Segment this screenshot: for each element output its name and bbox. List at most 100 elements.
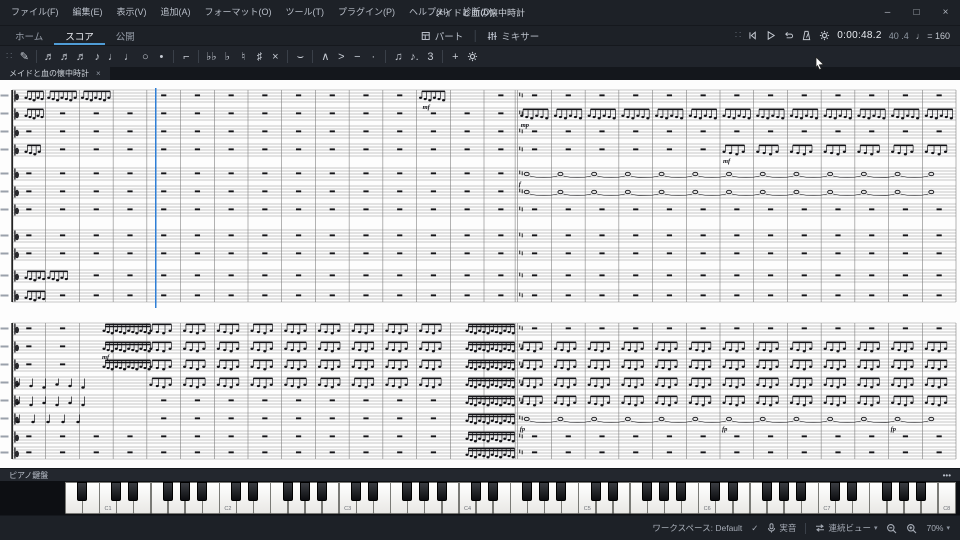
dotted-note-button[interactable]: ♪. xyxy=(406,46,422,68)
piano-key-black[interactable] xyxy=(915,482,926,501)
duration-quarter-button[interactable]: ♩ xyxy=(105,46,121,68)
piano-key-black[interactable] xyxy=(128,482,139,501)
menu-item-5[interactable]: ツール(T) xyxy=(279,0,332,25)
piano-key-black[interactable] xyxy=(556,482,567,501)
piano-key-black[interactable] xyxy=(299,482,310,501)
main-toolbar: ホーム スコア 公開 パート ミキサー ∷ 0:00:48.2 40 .4 ♩ … xyxy=(0,25,960,45)
note-input-button[interactable]: ✎ xyxy=(16,46,32,68)
piano-key-black[interactable] xyxy=(710,482,721,501)
piano-key-white[interactable]: C8 xyxy=(937,482,956,514)
piano-key-black[interactable] xyxy=(761,482,772,501)
piano-key-black[interactable] xyxy=(676,482,687,501)
duration-whole-button[interactable]: ○ xyxy=(137,46,153,68)
customize-toolbar-button[interactable] xyxy=(467,51,478,62)
zoom-level-select[interactable]: 70% ▾ xyxy=(926,523,950,533)
piano-key-black[interactable] xyxy=(847,482,858,501)
duration-half-button[interactable]: ♩ xyxy=(121,46,137,68)
check-icon[interactable]: ✓ xyxy=(751,523,758,534)
piano-key-black[interactable] xyxy=(179,482,190,501)
piano-key-black[interactable] xyxy=(539,482,550,501)
playback-settings-button[interactable] xyxy=(819,30,830,41)
piano-key-black[interactable] xyxy=(248,482,259,501)
close-button[interactable]: × xyxy=(931,0,960,25)
metronome-button[interactable] xyxy=(801,30,812,41)
piano-key-black[interactable] xyxy=(659,482,670,501)
augmentation-dot-button[interactable]: • xyxy=(153,46,169,68)
rest-button[interactable]: ⌐ xyxy=(178,46,194,68)
add-button[interactable]: + xyxy=(447,46,463,68)
flat-button[interactable]: ♭ xyxy=(219,46,235,68)
piano-key-black[interactable] xyxy=(470,482,481,501)
marcato-button[interactable]: ∧ xyxy=(317,46,333,68)
flat-flat-button[interactable]: ♭♭ xyxy=(203,46,219,68)
tie-button[interactable]: ⌣ xyxy=(292,46,308,68)
zoom-in-button[interactable] xyxy=(906,523,917,534)
piano-key-black[interactable] xyxy=(487,482,498,501)
menu-item-4[interactable]: フォーマット(O) xyxy=(198,0,279,25)
zoom-out-button[interactable] xyxy=(886,523,897,534)
piano-key-black[interactable] xyxy=(522,482,533,501)
view-mode-select[interactable]: 連続ビュー ▾ xyxy=(815,522,877,534)
menu-item-3[interactable]: 追加(A) xyxy=(154,0,198,25)
score-view[interactable]: mf mp mf f mf fp fp fp xyxy=(0,80,960,468)
piano-key-black[interactable] xyxy=(898,482,909,501)
drag-handle-icon[interactable]: ∷ xyxy=(6,51,12,62)
parts-button[interactable]: パート xyxy=(412,26,473,45)
piano-key-black[interactable] xyxy=(607,482,618,501)
minimize-button[interactable]: – xyxy=(873,0,902,25)
duration-64th-button[interactable]: ♬ xyxy=(41,46,57,68)
menu-item-2[interactable]: 表示(V) xyxy=(110,0,154,25)
piano-key-black[interactable] xyxy=(419,482,430,501)
piano-key-black[interactable] xyxy=(590,482,601,501)
loop-playback-button[interactable] xyxy=(783,30,794,41)
divider xyxy=(805,522,807,534)
piano-key-black[interactable] xyxy=(402,482,413,501)
menu-item-0[interactable]: ファイル(F) xyxy=(4,0,66,25)
rewind-button[interactable] xyxy=(747,30,758,41)
piano-key-black[interactable] xyxy=(795,482,806,501)
piano-key-black[interactable] xyxy=(830,482,841,501)
accent-button[interactable]: > xyxy=(333,46,349,68)
natural-button[interactable]: ♮ xyxy=(235,46,251,68)
menu-item-6[interactable]: プラグイン(P) xyxy=(331,0,402,25)
piano-key-black[interactable] xyxy=(778,482,789,501)
panel-more-button[interactable]: ••• xyxy=(943,471,951,480)
piano-key-black[interactable] xyxy=(77,482,88,501)
piano-key-black[interactable] xyxy=(436,482,447,501)
piano-key-black[interactable] xyxy=(727,482,738,501)
maximize-button[interactable]: □ xyxy=(902,0,931,25)
workspace-button[interactable]: ワークスペース: Default xyxy=(652,522,742,534)
play-button[interactable] xyxy=(765,30,776,41)
tab-home[interactable]: ホーム xyxy=(4,26,54,45)
piano-key-black[interactable] xyxy=(641,482,652,501)
staccato-button[interactable]: · xyxy=(365,46,381,68)
tab-close-icon[interactable]: × xyxy=(96,69,101,78)
piano-key-black[interactable] xyxy=(111,482,122,501)
tempo-display[interactable]: ♩ = 160 xyxy=(916,31,950,41)
sharp-button[interactable]: ♯ xyxy=(251,46,267,68)
piano-key-black[interactable] xyxy=(162,482,173,501)
piano-key-black[interactable] xyxy=(368,482,379,501)
document-tab[interactable]: メイドと血の懐中時計 × xyxy=(0,67,110,80)
duration-32nd-button[interactable]: ♬ xyxy=(57,46,73,68)
tenuto-button[interactable]: − xyxy=(349,46,365,68)
piano-key-black[interactable] xyxy=(282,482,293,501)
duration-eighth-button[interactable]: ♪ xyxy=(89,46,105,68)
piano-key-black[interactable] xyxy=(196,482,207,501)
concert-pitch-toggle[interactable]: 実音 xyxy=(767,522,796,534)
drag-handle-icon[interactable]: ∷ xyxy=(735,30,741,41)
tab-score[interactable]: スコア xyxy=(54,26,105,45)
piano-key-black[interactable] xyxy=(231,482,242,501)
toolbar-separator xyxy=(312,50,314,63)
piano-key-black[interactable] xyxy=(316,482,327,501)
duration-16th-button[interactable]: ♬ xyxy=(73,46,89,68)
menu-item-1[interactable]: 編集(E) xyxy=(66,0,110,25)
divider xyxy=(474,29,476,42)
tab-publish[interactable]: 公開 xyxy=(105,26,146,45)
piano-key-black[interactable] xyxy=(881,482,892,501)
tuplet-button[interactable]: 3 xyxy=(422,46,438,68)
double-sharp-button[interactable]: × xyxy=(267,46,283,68)
piano-key-black[interactable] xyxy=(350,482,361,501)
mixer-button[interactable]: ミキサー xyxy=(477,26,548,45)
beam-button[interactable]: ♫ xyxy=(390,46,406,68)
